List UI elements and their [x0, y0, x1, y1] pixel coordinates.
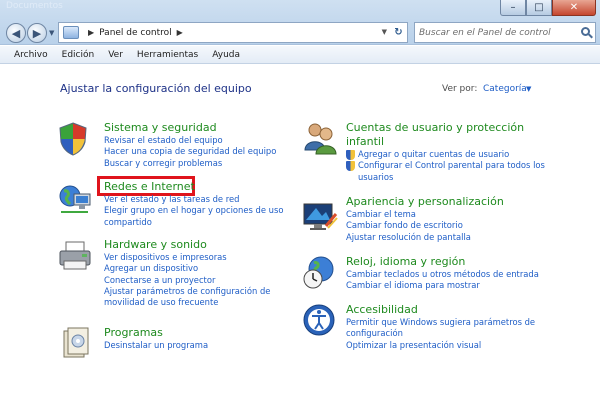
category-title-cont[interactable]: infantil: [346, 135, 545, 149]
category-system-security: Sistema y seguridad Revisar el estado de…: [104, 121, 276, 169]
link-homegroup[interactable]: Elegir grupo en el hogar y opciones de u…: [104, 205, 283, 216]
menu-ver[interactable]: Ver: [108, 50, 123, 60]
category-title[interactable]: Programas: [104, 326, 208, 340]
link-add-remove-accounts[interactable]: Agregar o quitar cuentas de usuario: [346, 149, 545, 160]
maximize-button[interactable]: □: [526, 0, 552, 16]
menu-bar: Archivo Edición Ver Herramientas Ayuda: [0, 46, 600, 64]
window-chrome: Documentos – □ ✕ ◀ ▶ ▼ ▶ Panel de contro…: [0, 0, 600, 45]
globe-network-icon[interactable]: [58, 182, 94, 218]
link-change-keyboards[interactable]: Cambiar teclados u otros métodos de entr…: [346, 269, 539, 280]
category-title[interactable]: Cuentas de usuario y protección: [346, 121, 545, 135]
address-dropdown-icon[interactable]: ▼: [382, 28, 387, 36]
link-parental-control[interactable]: Configurar el Control parental para todo…: [346, 160, 545, 172]
users-icon[interactable]: [302, 120, 338, 156]
menu-ayuda[interactable]: Ayuda: [212, 50, 240, 60]
shield-icon[interactable]: [58, 122, 94, 158]
link-mobility-cont[interactable]: movilidad de uso frecuente: [104, 297, 270, 308]
link-review-status[interactable]: Revisar el estado del equipo: [104, 135, 276, 146]
category-accessibility: Accesibilidad Permitir que Windows sugie…: [346, 303, 535, 351]
link-backup[interactable]: Hacer una copia de seguridad del equipo: [104, 146, 276, 157]
link-projector[interactable]: Conectarse a un proyector: [104, 275, 270, 286]
category-network-internet: Redes e Internet Ver el estado y las tar…: [104, 180, 283, 228]
category-title[interactable]: Apariencia y personalización: [346, 195, 504, 209]
view-by-dropdown[interactable]: Categoría: [483, 84, 527, 94]
link-change-theme[interactable]: Cambiar el tema: [346, 209, 504, 220]
link-devices-printers[interactable]: Ver dispositivos e impresoras: [104, 252, 270, 263]
link-change-language[interactable]: Cambiar el idioma para mostrar: [346, 280, 539, 291]
link-uninstall[interactable]: Desinstalar un programa: [104, 340, 208, 351]
link-adjust-resolution[interactable]: Ajustar resolución de pantalla: [346, 232, 504, 243]
menu-edicion[interactable]: Edición: [62, 50, 95, 60]
category-appearance: Apariencia y personalización Cambiar el …: [346, 195, 504, 243]
chevron-down-icon[interactable]: ▼: [526, 85, 531, 93]
window-title: Documentos: [6, 1, 63, 11]
programs-icon[interactable]: [60, 325, 96, 361]
view-by-label: Ver por:: [442, 84, 478, 94]
forward-button[interactable]: ▶: [27, 23, 47, 43]
printer-icon[interactable]: [58, 239, 94, 275]
chevron-right-icon[interactable]: ▶: [177, 28, 183, 37]
category-title[interactable]: Accesibilidad: [346, 303, 535, 317]
uac-shield-icon: [346, 161, 355, 172]
page-title: Ajustar la configuración del equipo: [60, 82, 252, 95]
category-clock-language: Reloj, idioma y región Cambiar teclados …: [346, 255, 539, 292]
address-bar[interactable]: ▶ Panel de control ▶ ▼: [58, 22, 408, 43]
control-panel-content: Ajustar la configuración del equipo Ver …: [0, 65, 600, 416]
refresh-button[interactable]: ↻: [390, 22, 408, 43]
recent-pages-dropdown[interactable]: ▼: [49, 29, 54, 37]
close-button[interactable]: ✕: [552, 0, 596, 16]
menu-archivo[interactable]: Archivo: [14, 50, 48, 60]
link-text: Agregar o quitar cuentas de usuario: [358, 149, 510, 159]
arrow-left-icon: ◀: [11, 26, 21, 40]
display-icon[interactable]: [302, 200, 338, 236]
arrow-right-icon: ▶: [32, 26, 42, 40]
category-title[interactable]: Redes e Internet: [104, 180, 283, 194]
back-button[interactable]: ◀: [6, 23, 26, 43]
accessibility-icon[interactable]: [302, 303, 338, 339]
link-network-status[interactable]: Ver el estado y las tareas de red: [104, 194, 283, 205]
link-troubleshoot[interactable]: Buscar y corregir problemas: [104, 158, 276, 169]
link-homegroup-cont[interactable]: compartido: [104, 217, 283, 228]
category-title[interactable]: Hardware y sonido: [104, 238, 270, 252]
menu-herramientas[interactable]: Herramientas: [137, 50, 198, 60]
breadcrumb-control-panel[interactable]: Panel de control: [99, 28, 171, 38]
link-text: Configurar el Control parental para todo…: [358, 160, 545, 171]
link-parental-control-cont[interactable]: usuarios: [346, 172, 545, 183]
category-programs: Programas Desinstalar un programa: [104, 326, 208, 351]
chevron-right-icon[interactable]: ▶: [88, 28, 94, 37]
link-optimize-display[interactable]: Optimizar la presentación visual: [346, 340, 535, 351]
category-hardware-sound: Hardware y sonido Ver dispositivos e imp…: [104, 238, 270, 308]
uac-shield-icon: [346, 150, 355, 160]
search-input[interactable]: [415, 23, 575, 42]
link-windows-suggest-cont[interactable]: configuración: [346, 328, 535, 339]
link-add-device[interactable]: Agregar un dispositivo: [104, 263, 270, 274]
category-user-accounts: Cuentas de usuario y protección infantil…: [346, 121, 545, 183]
link-change-background[interactable]: Cambiar fondo de escritorio: [346, 220, 504, 231]
link-windows-suggest[interactable]: Permitir que Windows sugiera parámetros …: [346, 317, 535, 328]
refresh-icon: ↻: [394, 27, 403, 38]
search-icon[interactable]: [581, 27, 590, 36]
search-box[interactable]: [414, 22, 596, 43]
category-title[interactable]: Sistema y seguridad: [104, 121, 276, 135]
category-title[interactable]: Reloj, idioma y región: [346, 255, 539, 269]
link-mobility[interactable]: Ajustar parámetros de configuración de: [104, 286, 270, 297]
window-buttons: – □ ✕: [500, 0, 596, 16]
control-panel-icon: [63, 26, 79, 39]
minimize-button[interactable]: –: [500, 0, 526, 16]
clock-globe-icon[interactable]: [302, 255, 338, 291]
